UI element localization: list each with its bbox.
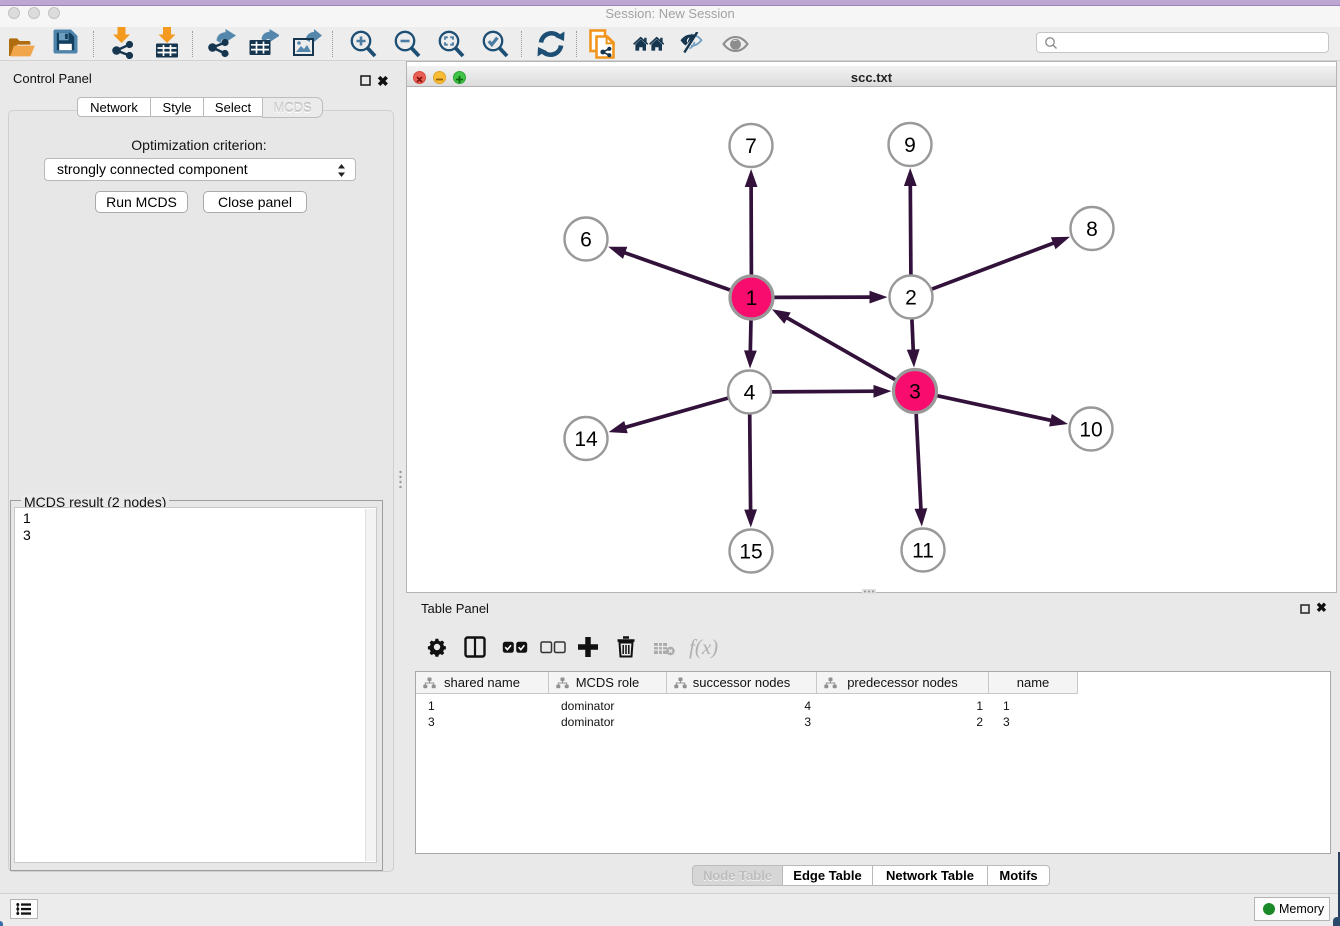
svg-text:9: 9 xyxy=(904,134,916,157)
svg-text:6: 6 xyxy=(580,229,592,252)
svg-text:10: 10 xyxy=(1079,419,1102,442)
svg-text:2: 2 xyxy=(905,287,917,310)
svg-text:3: 3 xyxy=(909,381,921,404)
svg-text:11: 11 xyxy=(912,540,934,563)
svg-text:8: 8 xyxy=(1086,218,1098,241)
svg-text:15: 15 xyxy=(739,541,762,564)
svg-text:4: 4 xyxy=(744,382,756,405)
svg-text:1: 1 xyxy=(746,287,758,310)
svg-text:7: 7 xyxy=(745,135,757,158)
svg-text:14: 14 xyxy=(574,428,598,451)
